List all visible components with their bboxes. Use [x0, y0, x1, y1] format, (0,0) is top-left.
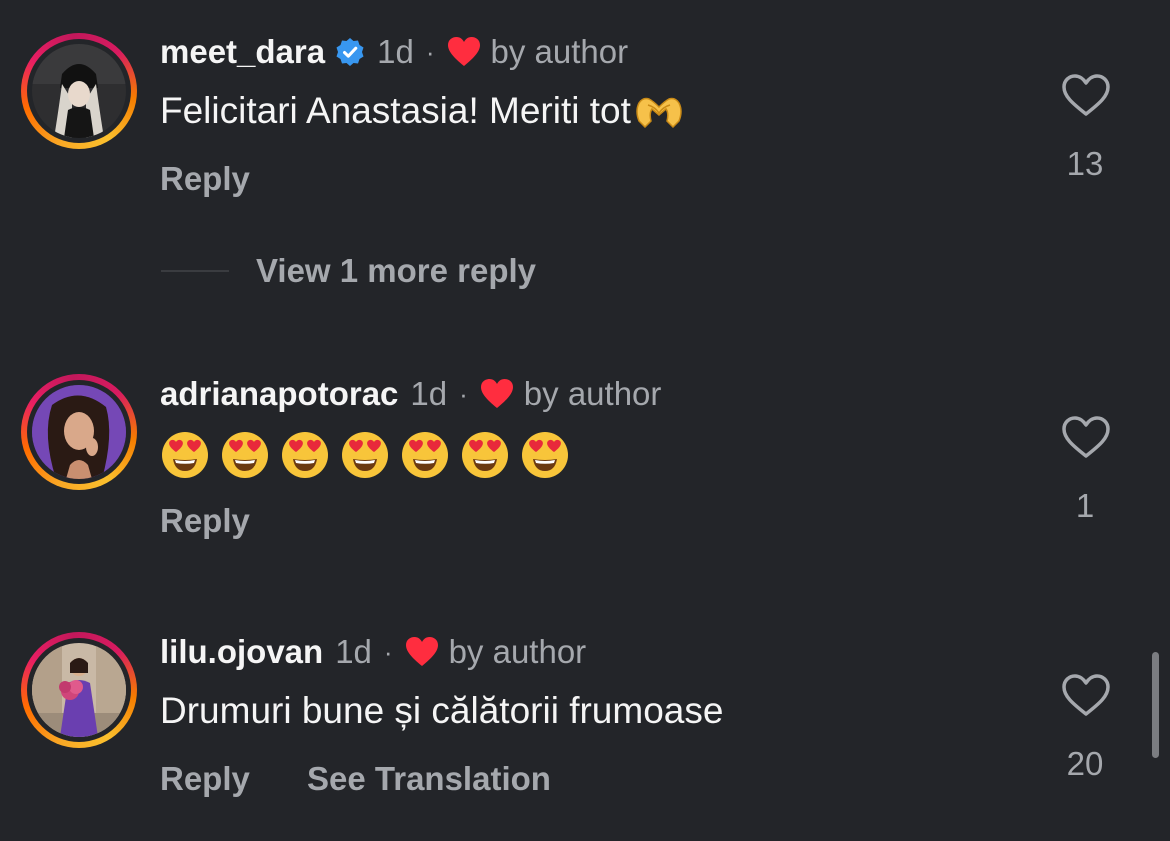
see-translation-button[interactable]: See Translation: [307, 760, 551, 798]
avatar[interactable]: [21, 632, 137, 748]
author-heart-icon: [405, 637, 438, 666]
separator-dot: ·: [383, 636, 393, 667]
comment-meta: lilu.ojovan 1d · by author: [160, 630, 586, 674]
like-heart-icon[interactable]: [1060, 672, 1112, 718]
avatar-photo: [32, 643, 126, 737]
username[interactable]: lilu.ojovan: [160, 633, 323, 671]
timestamp: 1d: [335, 633, 372, 670]
reply-button[interactable]: Reply: [160, 760, 250, 798]
like-count: 20: [1066, 745, 1104, 782]
comment-lilu-ojovan: lilu.ojovan 1d · by author Drumuri bune …: [0, 0, 1170, 841]
scrollbar[interactable]: [1152, 652, 1159, 758]
comment-text: Drumuri bune și călătorii frumoase: [160, 690, 724, 731]
comment-body: Drumuri bune și călătorii frumoase: [160, 688, 723, 734]
liked-by-author-label: by author: [448, 633, 587, 670]
